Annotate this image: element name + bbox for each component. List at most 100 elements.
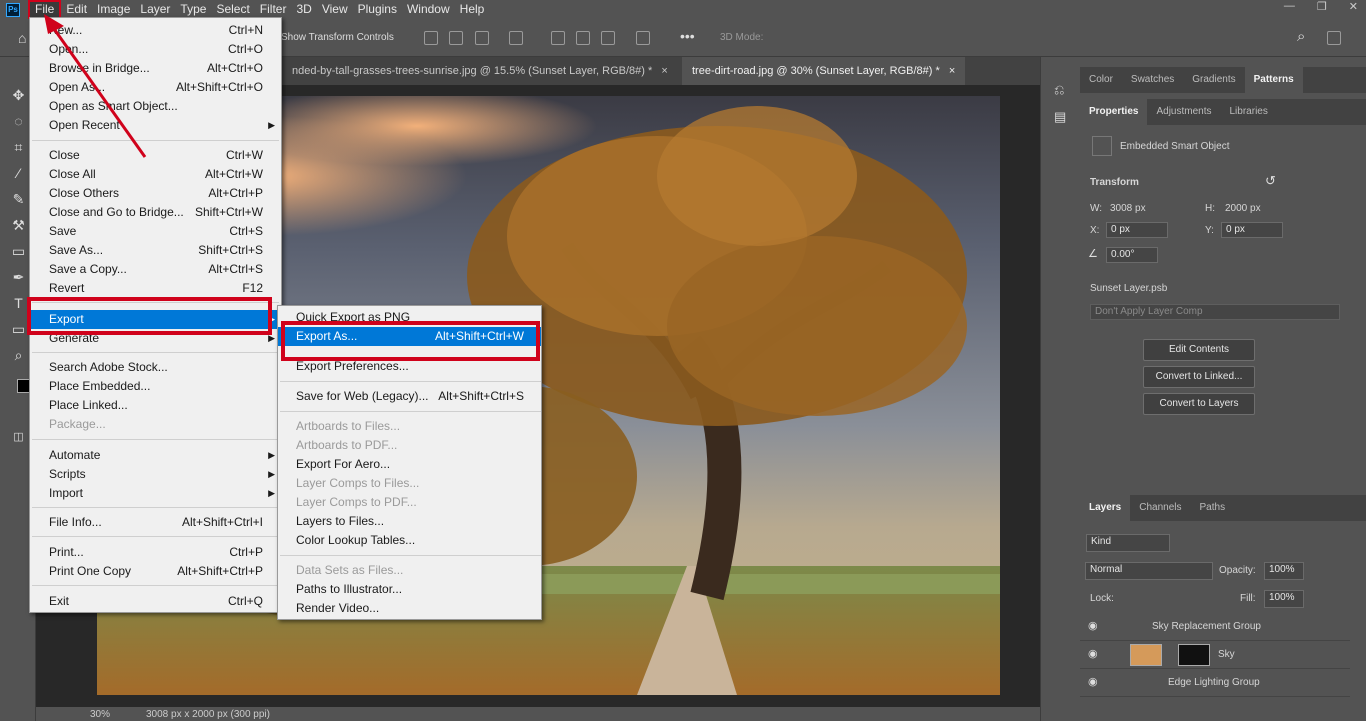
reset-transform-icon[interactable]: ↺ bbox=[1265, 173, 1276, 189]
menu-print[interactable]: Print... Ctrl+P bbox=[30, 543, 281, 562]
layer-mask-thumbnail[interactable] bbox=[1178, 644, 1210, 666]
right-panels: Color Swatches Gradients Patterns Proper… bbox=[1080, 57, 1366, 721]
visibility-eye-icon[interactable]: ◉ bbox=[1088, 677, 1102, 688]
menu-search-stock[interactable]: Search Adobe Stock... bbox=[30, 358, 281, 377]
menu-save[interactable]: Save Ctrl+S bbox=[30, 222, 281, 241]
align-right-icon[interactable] bbox=[475, 31, 489, 45]
menu-file-info[interactable]: File Info... Alt+Shift+Ctrl+I bbox=[30, 513, 281, 532]
quick-mask-icon[interactable]: ◫ bbox=[10, 429, 27, 446]
align-middle-icon[interactable] bbox=[576, 31, 590, 45]
menu-window[interactable]: Window bbox=[402, 0, 455, 19]
fill-field[interactable]: 100% bbox=[1264, 590, 1304, 608]
tab-layers[interactable]: Layers bbox=[1080, 495, 1131, 521]
tab-adjustments[interactable]: Adjustments bbox=[1147, 99, 1220, 125]
visibility-eye-icon[interactable]: ◉ bbox=[1088, 621, 1102, 632]
tab-swatches[interactable]: Swatches bbox=[1122, 67, 1183, 93]
menu-print-one-copy[interactable]: Print One Copy Alt+Shift+Ctrl+P bbox=[30, 562, 281, 581]
menu-3d[interactable]: 3D bbox=[291, 0, 316, 19]
menu-exit[interactable]: Exit Ctrl+Q bbox=[30, 592, 281, 611]
transform-heading: Transform bbox=[1090, 177, 1139, 188]
menu-view[interactable]: View bbox=[317, 0, 353, 19]
brush-tool-icon[interactable]: ✎ bbox=[10, 191, 27, 208]
menu-paths-illustrator[interactable]: Paths to Illustrator... bbox=[278, 580, 541, 599]
color-panel-tabs: Color Swatches Gradients Patterns bbox=[1080, 67, 1366, 93]
zoom-tool-icon[interactable]: ⌕ bbox=[10, 347, 27, 364]
tab-gradients[interactable]: Gradients bbox=[1183, 67, 1244, 93]
tab-libraries[interactable]: Libraries bbox=[1221, 99, 1277, 125]
x-field[interactable]: 0 px bbox=[1106, 222, 1168, 238]
align-left-icon[interactable] bbox=[424, 31, 438, 45]
history-icon[interactable]: ⎌ bbox=[1054, 82, 1064, 98]
minimize-icon[interactable]: — bbox=[1284, 0, 1295, 13]
menu-color-lookup[interactable]: Color Lookup Tables... bbox=[278, 531, 541, 550]
menu-place-linked[interactable]: Place Linked... bbox=[30, 396, 281, 415]
stamp-tool-icon[interactable]: ⚒ bbox=[10, 217, 27, 234]
zoom-level[interactable]: 30% bbox=[90, 709, 110, 720]
menu-save-as[interactable]: Save As... Shift+Ctrl+S bbox=[30, 241, 281, 260]
shape-tool-icon[interactable]: ▭ bbox=[10, 321, 27, 338]
menu-revert[interactable]: Revert F12 bbox=[30, 279, 281, 298]
blend-mode-select[interactable]: Normal bbox=[1085, 562, 1213, 580]
tab-tree-doc[interactable]: tree-dirt-road.jpg @ 30% (Sunset Layer, … bbox=[682, 57, 966, 85]
tab-close-icon[interactable]: × bbox=[949, 65, 955, 77]
tab-sunrise-doc[interactable]: nded-by-tall-grasses-trees-sunrise.jpg @… bbox=[282, 57, 678, 85]
menu-close-others[interactable]: Close Others Alt+Ctrl+P bbox=[30, 184, 281, 203]
fill-label: Fill: bbox=[1240, 593, 1256, 604]
layers-panel-tabs: Layers Channels Paths bbox=[1080, 495, 1366, 521]
restore-icon[interactable]: ❐ bbox=[1317, 0, 1327, 13]
visibility-eye-icon[interactable]: ◉ bbox=[1088, 649, 1102, 660]
menu-place-embedded[interactable]: Place Embedded... bbox=[30, 377, 281, 396]
tab-patterns[interactable]: Patterns bbox=[1244, 67, 1303, 93]
menu-render-video[interactable]: Render Video... bbox=[278, 599, 541, 618]
menu-export-aero[interactable]: Export For Aero... bbox=[278, 455, 541, 474]
layer-row[interactable]: ◉ Sky bbox=[1080, 641, 1350, 669]
submenu-arrow-icon: ▶ bbox=[268, 450, 275, 460]
menu-plugins[interactable]: Plugins bbox=[353, 0, 402, 19]
y-field[interactable]: 0 px bbox=[1221, 222, 1283, 238]
menu-automate[interactable]: Automate ▶ bbox=[30, 446, 281, 465]
layer-comp-select[interactable]: Don't Apply Layer Comp bbox=[1090, 304, 1340, 320]
menu-import[interactable]: Import ▶ bbox=[30, 484, 281, 503]
align-center-icon[interactable] bbox=[449, 31, 463, 45]
submenu-arrow-icon: ▶ bbox=[268, 488, 275, 498]
edit-contents-button[interactable]: Edit Contents bbox=[1143, 339, 1255, 361]
search-icon[interactable]: ⌕ bbox=[1297, 28, 1305, 45]
tab-properties[interactable]: Properties bbox=[1080, 99, 1148, 125]
tab-paths[interactable]: Paths bbox=[1191, 495, 1235, 521]
menu-save-for-web[interactable]: Save for Web (Legacy)... Alt+Shift+Ctrl+S bbox=[278, 387, 541, 406]
comments-icon[interactable]: ▤ bbox=[1054, 109, 1066, 125]
close-window-icon[interactable]: ✕ bbox=[1349, 0, 1358, 13]
tab-channels[interactable]: Channels bbox=[1130, 495, 1190, 521]
distribute-vertical-icon[interactable] bbox=[636, 31, 650, 45]
tab-color[interactable]: Color bbox=[1080, 67, 1122, 93]
convert-to-layers-button[interactable]: Convert to Layers bbox=[1143, 393, 1255, 415]
menu-scripts[interactable]: Scripts ▶ bbox=[30, 465, 281, 484]
workspace-icon[interactable] bbox=[1327, 31, 1341, 45]
status-bar: 30% 3008 px x 2000 px (300 ppi) bbox=[36, 707, 1040, 721]
align-top-icon[interactable] bbox=[551, 31, 565, 45]
menu-save-copy[interactable]: Save a Copy... Alt+Ctrl+S bbox=[30, 260, 281, 279]
opacity-field[interactable]: 100% bbox=[1264, 562, 1304, 580]
align-bottom-icon[interactable] bbox=[601, 31, 615, 45]
layer-row[interactable]: ◉ Edge Lighting Group bbox=[1080, 669, 1350, 697]
more-options-icon[interactable]: ••• bbox=[680, 28, 695, 44]
pen-tool-icon[interactable]: ✒ bbox=[10, 269, 27, 286]
menu-artboards-pdf: Artboards to PDF... bbox=[296, 438, 398, 452]
angle-field[interactable]: 0.00° bbox=[1106, 247, 1158, 263]
type-tool-icon[interactable]: T bbox=[10, 295, 27, 312]
eraser-tool-icon[interactable]: ▭ bbox=[10, 243, 27, 260]
menu-layers-to-files[interactable]: Layers to Files... bbox=[278, 512, 541, 531]
tab-close-icon[interactable]: × bbox=[661, 65, 667, 77]
menu-close-bridge[interactable]: Close and Go to Bridge... Shift+Ctrl+W bbox=[30, 203, 281, 222]
distribute-icon[interactable] bbox=[509, 31, 523, 45]
height-value[interactable]: 2000 px bbox=[1225, 203, 1261, 214]
menu-help[interactable]: Help bbox=[455, 0, 490, 19]
layer-name: Sky bbox=[1218, 649, 1235, 660]
kind-filter[interactable]: Kind bbox=[1086, 534, 1170, 552]
menu-artboards-files: Artboards to Files... bbox=[296, 419, 401, 433]
show-transform-label[interactable]: Show Transform Controls bbox=[281, 32, 394, 43]
width-value[interactable]: 3008 px bbox=[1110, 203, 1146, 214]
convert-to-linked-button[interactable]: Convert to Linked... bbox=[1143, 366, 1255, 388]
export-highlight-box bbox=[27, 297, 272, 335]
layer-row[interactable]: ◉ Sky Replacement Group bbox=[1080, 613, 1350, 641]
